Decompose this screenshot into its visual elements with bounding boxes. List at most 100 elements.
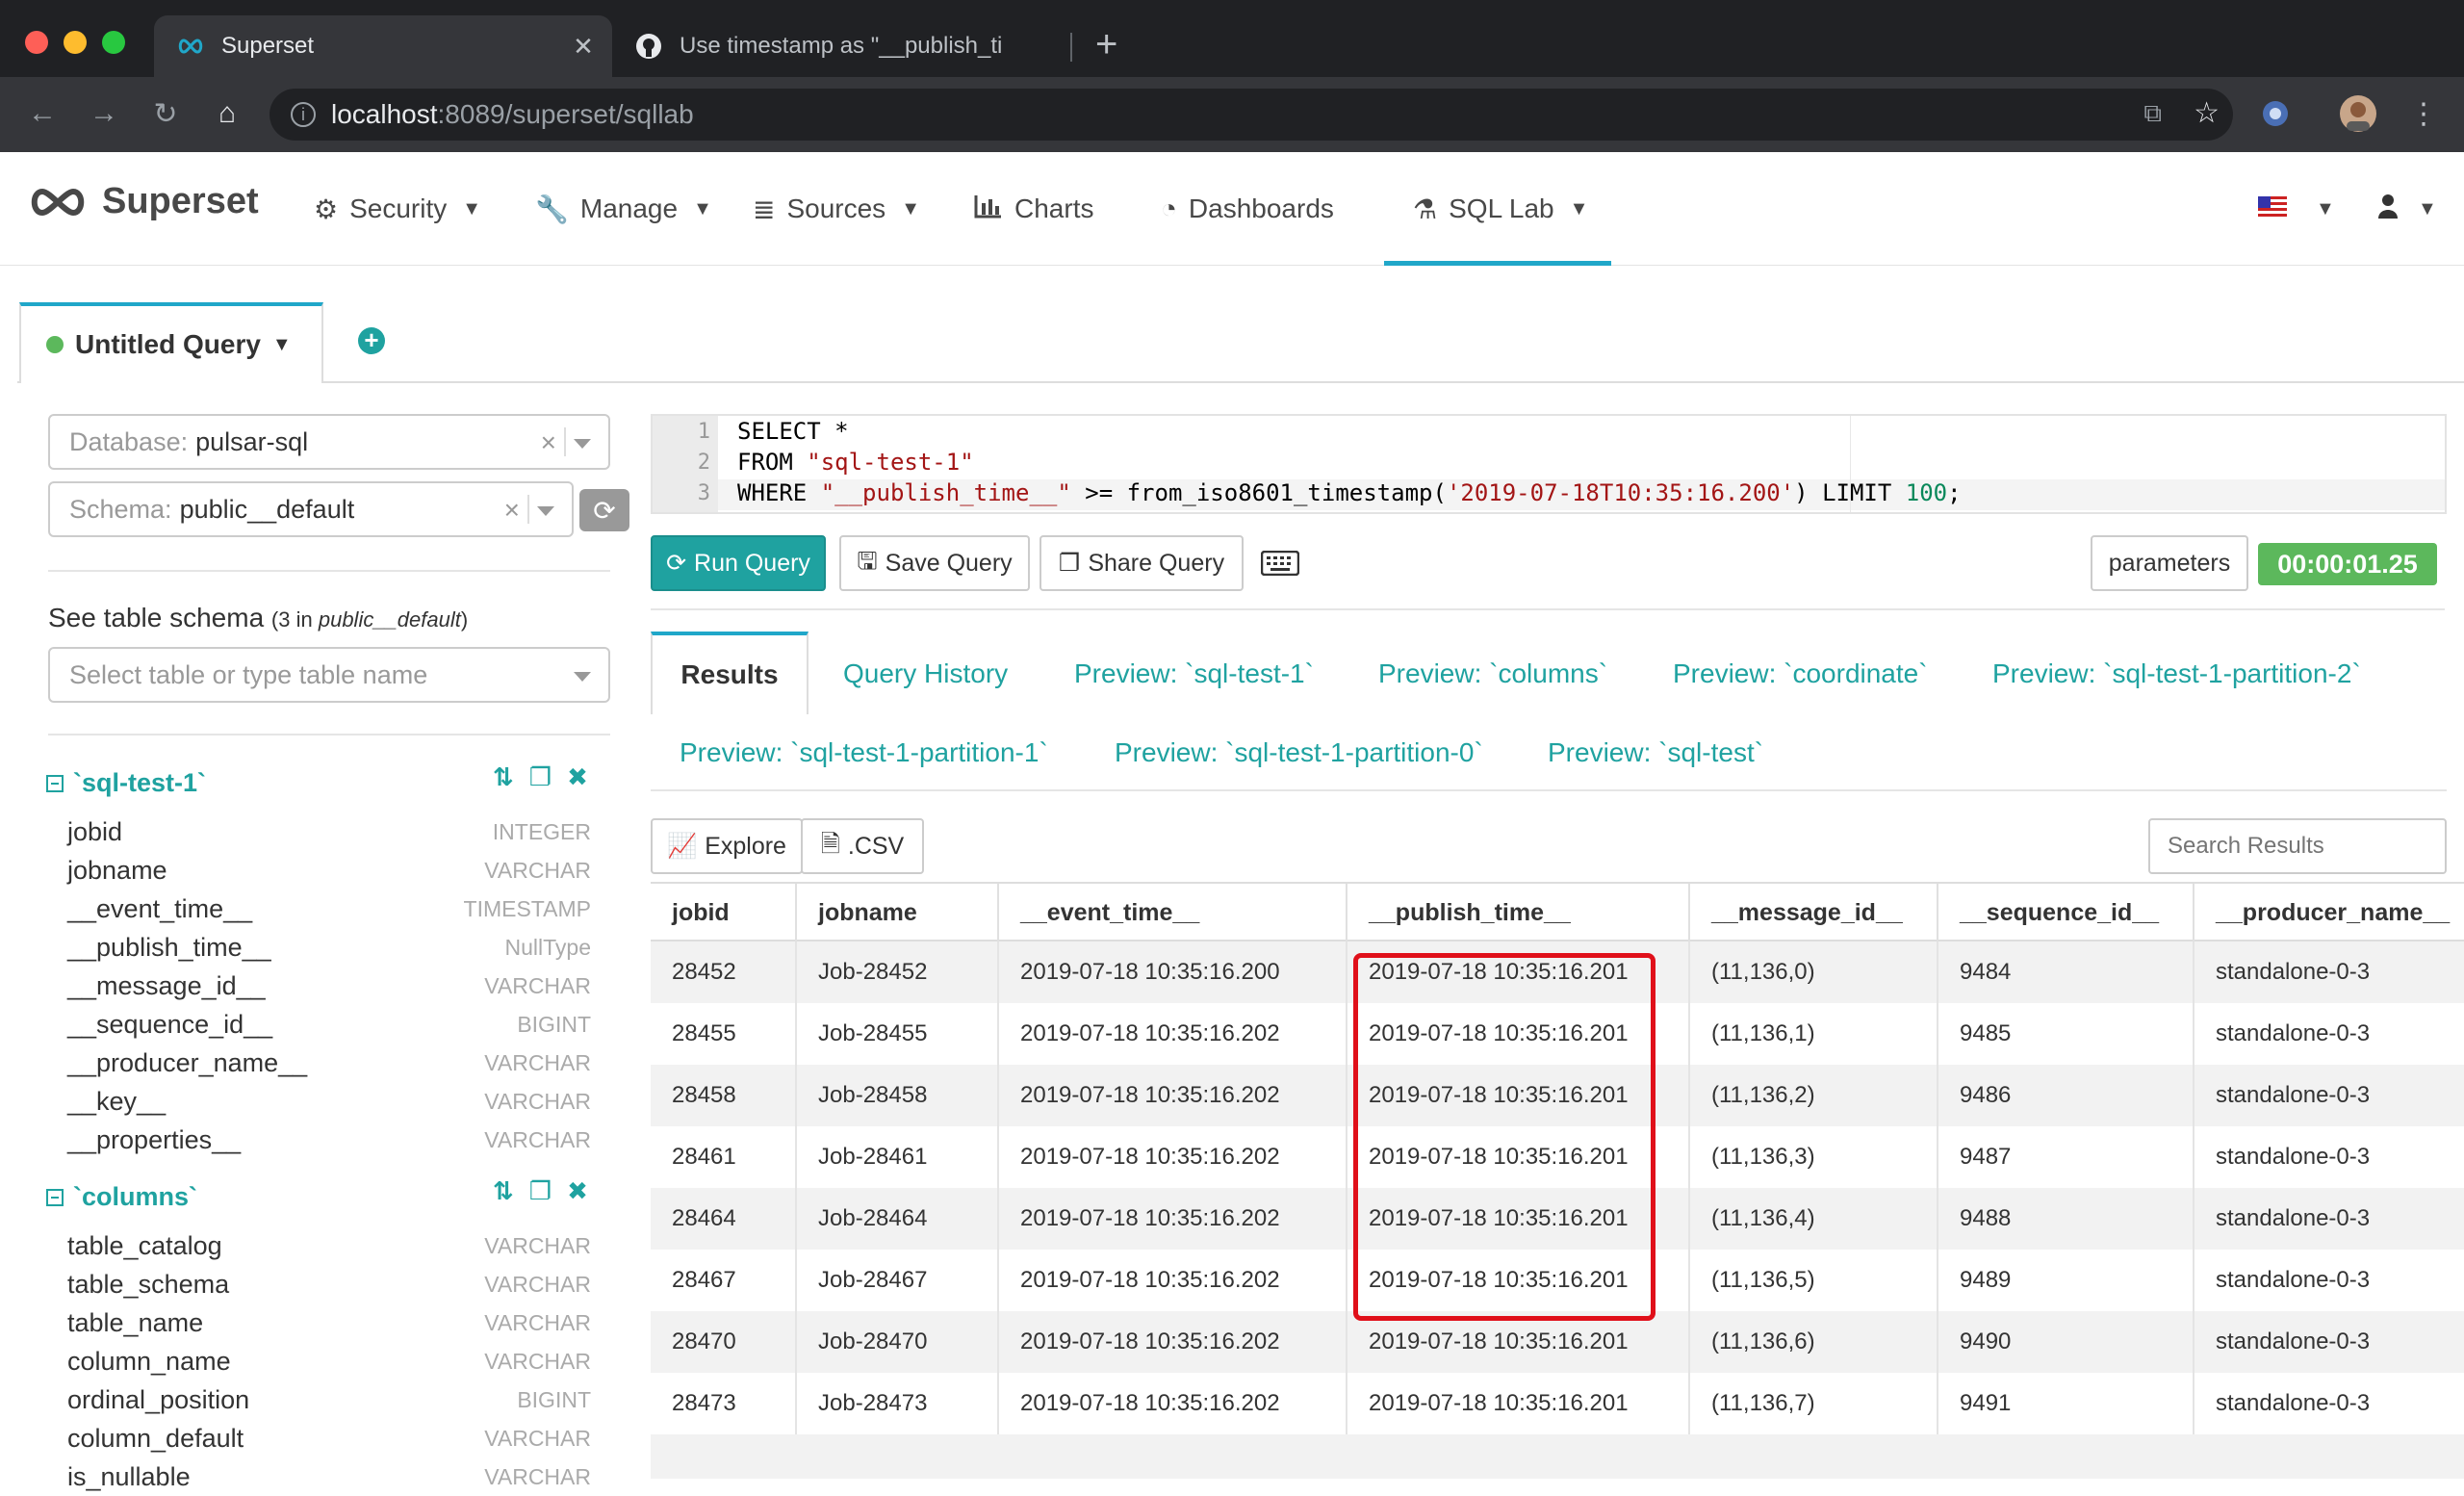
nav-label: Dashboards [1188, 193, 1334, 223]
tab-preview-partition-1[interactable]: Preview: `sql-test-1-partition-1` [680, 737, 1048, 768]
close-window-button[interactable] [25, 31, 48, 54]
chevron-down-icon[interactable]: ▼ [272, 334, 292, 356]
clear-icon[interactable]: × [541, 427, 556, 458]
collapse-icon[interactable] [46, 1188, 64, 1206]
line-number: 3 [697, 481, 710, 505]
code-token: "__publish_time__" [820, 479, 1071, 506]
add-query-tab-icon[interactable]: + [358, 327, 385, 354]
column-header[interactable]: jobid [651, 884, 797, 941]
nav-label: Charts [1014, 193, 1094, 223]
schema-select[interactable]: Schema: public__default × [48, 481, 574, 537]
column-type: VARCHAR [484, 1463, 591, 1489]
chevron-down-icon: ▼ [693, 197, 712, 219]
profile-avatar[interactable] [2337, 92, 2379, 135]
column-header[interactable]: jobname [797, 884, 999, 941]
nav-security[interactable]: ⚙ Security ▼ [314, 152, 481, 266]
table-header-sql-test-1[interactable]: `sql-test-1` [46, 768, 206, 798]
tab-preview-partition-2[interactable]: Preview: `sql-test-1-partition-2` [1992, 658, 2361, 689]
user-menu[interactable]: ▼ [2377, 152, 2437, 266]
dropdown-arrow-icon[interactable] [537, 506, 554, 516]
nav-sources[interactable]: ≣ Sources ▼ [753, 152, 920, 266]
forward-icon[interactable]: → [83, 92, 125, 135]
extension-icon[interactable] [2254, 92, 2297, 135]
table-cell: standalone-0-3 [2216, 959, 2371, 985]
table-row: 28473 Job-28473 2019-07-18 10:35:16.202 … [651, 1373, 2464, 1434]
tab-query-history[interactable]: Query History [843, 658, 1008, 689]
clear-icon[interactable]: × [504, 495, 520, 526]
dashboard-icon: ◔ [1161, 193, 1177, 223]
home-icon[interactable]: ⌂ [206, 92, 248, 135]
table-cell: standalone-0-3 [2216, 1082, 2371, 1108]
tab-preview-sql-test-1[interactable]: Preview: `sql-test-1` [1074, 658, 1314, 689]
column-name: table_catalog [67, 1230, 222, 1260]
browser-tab-github[interactable]: Use timestamp as "__publish_ti [612, 15, 1070, 77]
tab-preview-columns[interactable]: Preview: `columns` [1378, 658, 1607, 689]
tab-preview-sql-test[interactable]: Preview: `sql-test` [1548, 737, 1763, 768]
column-header[interactable]: __publish_time__ [1348, 884, 1690, 941]
column-type: NullType [504, 934, 591, 960]
sql-editor[interactable]: 1 2 3 SELECT * FROM "sql-test-1" WHERE "… [651, 414, 2447, 514]
translate-icon[interactable]: ⧉ [2143, 98, 2162, 129]
table-cell: Job-28464 [797, 1188, 999, 1250]
share-query-button[interactable]: ❐ Share Query [1040, 535, 1244, 591]
sort-icon[interactable]: ⇅ [493, 762, 514, 792]
minimize-window-button[interactable] [64, 31, 87, 54]
dropdown-arrow-icon[interactable] [574, 439, 591, 449]
copy-icon[interactable]: ❐ [529, 1176, 552, 1206]
save-query-button[interactable]: 🖫 Save Query [839, 535, 1030, 591]
column-header[interactable]: __sequence_id__ [1938, 884, 2194, 941]
nav-charts[interactable]: Charts [974, 152, 1093, 266]
language-selector[interactable]: ▼ [2258, 152, 2335, 266]
code-token: ) LIMIT [1794, 479, 1906, 506]
tab-results[interactable]: Results [651, 632, 808, 714]
tab-preview-partition-0[interactable]: Preview: `sql-test-1-partition-0` [1115, 737, 1483, 768]
csv-button[interactable]: 🗎 .CSV [801, 818, 924, 874]
info-icon[interactable]: i [291, 102, 316, 127]
column-header[interactable]: __producer_name__ [2194, 884, 2464, 941]
search-results-input[interactable] [2148, 818, 2447, 874]
refresh-schema-button[interactable]: ⟳ [579, 489, 629, 531]
back-icon[interactable]: ← [21, 92, 64, 135]
table-header-columns[interactable]: `columns` [46, 1182, 197, 1212]
table-select[interactable]: Select table or type table name [48, 647, 610, 703]
nav-sql-lab[interactable]: ⚗ SQL Lab ▼ [1384, 152, 1611, 266]
copy-icon[interactable]: ❐ [529, 762, 552, 792]
remove-table-icon[interactable]: ✖ [567, 762, 588, 792]
run-query-button[interactable]: ⟳ Run Query [651, 535, 826, 591]
sort-icon[interactable]: ⇅ [493, 1176, 514, 1206]
keyboard-shortcuts-icon[interactable] [1260, 550, 1300, 580]
dropdown-arrow-icon[interactable] [574, 672, 591, 682]
divider [48, 570, 610, 572]
nav-dashboards[interactable]: ◔ Dashboards [1161, 152, 1334, 266]
column-header[interactable]: __event_time__ [999, 884, 1348, 941]
reload-icon[interactable]: ↻ [144, 92, 187, 135]
table-cell: (11,136,7) [1690, 1373, 1938, 1434]
table-row [651, 1434, 2464, 1479]
close-tab-icon[interactable]: ✕ [566, 29, 601, 64]
table-cell: (11,136,1) [1690, 1003, 1938, 1065]
run-query-label: Run Query [694, 549, 810, 577]
bookmark-star-icon[interactable]: ☆ [2194, 96, 2220, 130]
select-separator [527, 495, 529, 524]
column-row: column_name VARCHAR [67, 1342, 591, 1380]
address-bar[interactable]: i localhost :8089/superset/sqllab ⧉ ☆ [270, 89, 2233, 141]
tab-title: Use timestamp as "__publish_ti [680, 33, 1003, 59]
maximize-window-button[interactable] [102, 31, 125, 54]
query-tab-untitled[interactable]: Untitled Query ▼ [19, 302, 323, 383]
menu-kebab-icon[interactable]: ⋮ [2402, 92, 2445, 135]
column-header[interactable]: __message_id__ [1690, 884, 1938, 941]
table-cell: 2019-07-18 10:35:16.202 [999, 1126, 1348, 1188]
explore-button[interactable]: 📈 Explore [651, 818, 803, 874]
code-line-1: SELECT * [737, 418, 849, 445]
nav-manage[interactable]: 🔧 Manage ▼ [535, 152, 712, 266]
new-tab-icon[interactable]: + [1095, 25, 1117, 64]
browser-tab-superset[interactable]: Superset ✕ [154, 15, 612, 77]
database-select[interactable]: Database: pulsar-sql × [48, 414, 610, 470]
collapse-icon[interactable] [46, 774, 64, 792]
parameters-button[interactable]: parameters [2091, 535, 2248, 591]
tab-preview-coordinate[interactable]: Preview: `coordinate` [1673, 658, 1928, 689]
remove-table-icon[interactable]: ✖ [567, 1176, 588, 1206]
table-actions: ⇅ ❐ ✖ [493, 762, 588, 792]
column-row: __sequence_id__ BIGINT [67, 1005, 591, 1044]
brand-logo[interactable]: Superset [27, 181, 259, 222]
